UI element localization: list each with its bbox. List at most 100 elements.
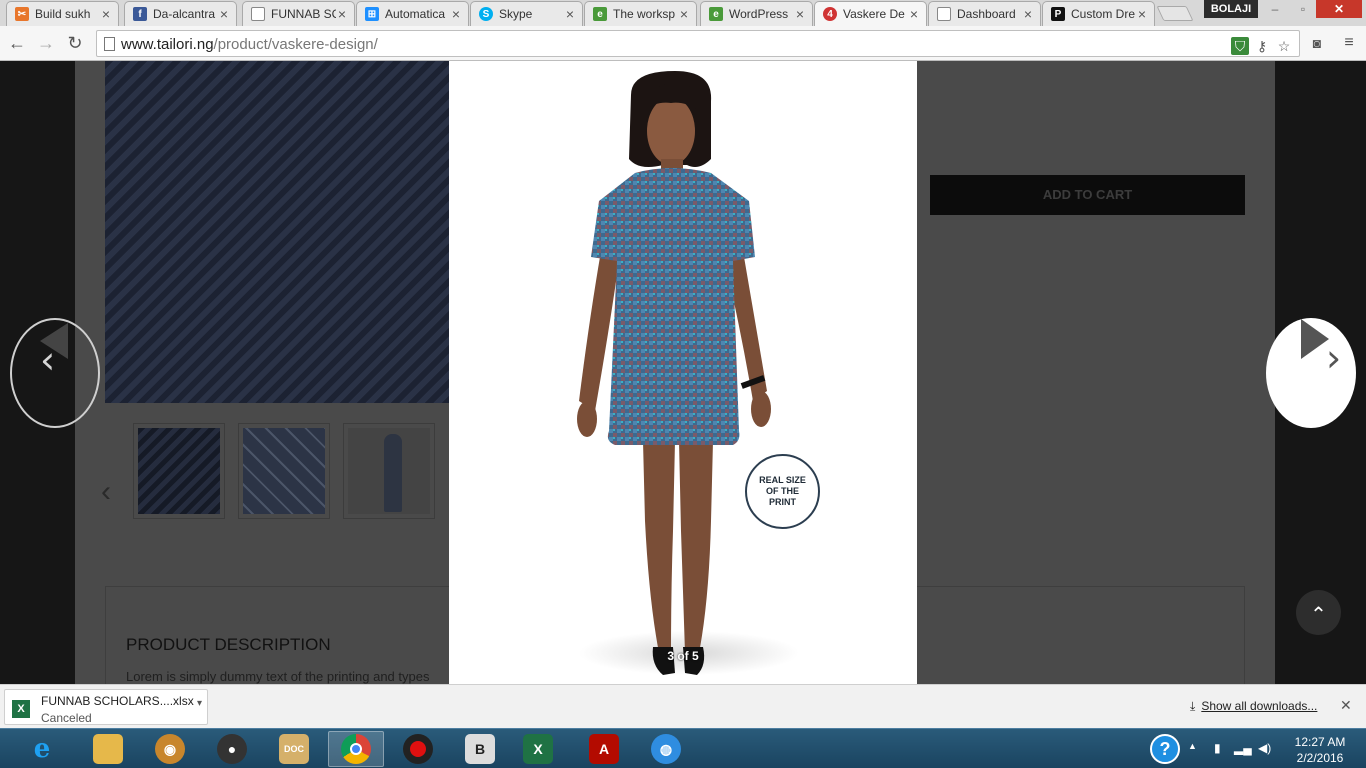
- excel-icon: X: [523, 734, 553, 764]
- page-icon: [104, 37, 115, 51]
- taskbar-record-app[interactable]: [390, 731, 446, 767]
- lightbox-next-button[interactable]: ›: [1266, 318, 1356, 428]
- maximize-icon[interactable]: ▫: [1290, 0, 1316, 18]
- scroll-to-top-button[interactable]: ⌃: [1296, 590, 1341, 635]
- document-favicon-icon: [251, 7, 265, 21]
- tab-title: Vaskere De: [843, 7, 905, 21]
- tab-title: Da-alcantra: [153, 7, 216, 21]
- real-size-print-badge: REAL SIZE OF THE PRINT: [745, 454, 820, 529]
- tab-wordpress[interactable]: e WordPress ×: [700, 1, 813, 26]
- back-arrow-icon[interactable]: ←: [6, 32, 28, 54]
- menu-icon[interactable]: ≡: [1340, 34, 1358, 52]
- tab-close-icon[interactable]: ×: [450, 6, 462, 22]
- url-host: www.tailori.ng: [121, 36, 214, 53]
- excel-file-icon: X: [12, 700, 30, 718]
- b-app-icon: B: [465, 734, 495, 764]
- model-in-dress-image: [577, 71, 799, 675]
- next-triangle-icon: [1301, 319, 1329, 359]
- lightbox-image: REAL SIZE OF THE PRINT 3 of 5: [449, 61, 917, 684]
- close-shelf-icon[interactable]: ✕: [1340, 697, 1352, 714]
- close-window-icon[interactable]: ✕: [1316, 0, 1362, 18]
- taskbar-vpn-app[interactable]: B: [452, 731, 508, 767]
- system-clock[interactable]: 12:27 AM 2/2/2016: [1284, 734, 1356, 766]
- thumbnail-1[interactable]: [133, 423, 225, 519]
- add-to-cart-button[interactable]: ADD TO CART: [930, 175, 1245, 215]
- description-title: PRODUCT DESCRIPTION: [126, 635, 331, 654]
- signal-icon[interactable]: ▂▄: [1234, 741, 1252, 755]
- tab-close-icon[interactable]: ×: [564, 6, 576, 22]
- tab-close-icon[interactable]: ×: [100, 6, 112, 22]
- battery-icon[interactable]: ▮: [1214, 741, 1221, 755]
- bookmark-star-icon[interactable]: ☆: [1275, 37, 1293, 55]
- forward-arrow-icon[interactable]: →: [35, 32, 57, 54]
- tab-strip: ✂ Build sukh × f Da-alcantra × FUNNAB SC…: [0, 0, 1366, 26]
- tab-custom-dress[interactable]: P Custom Dre ×: [1042, 1, 1155, 26]
- taskbar-network-app[interactable]: ◍: [638, 731, 694, 767]
- taskbar-document-app[interactable]: DOC: [266, 731, 322, 767]
- extension-shield-icon[interactable]: ⛉: [1231, 37, 1249, 55]
- address-bar[interactable]: www.tailori.ng/product/vaskere-design/ ⛉…: [96, 30, 1300, 57]
- p-favicon-icon: P: [1051, 7, 1065, 21]
- taskbar-excel[interactable]: X: [510, 731, 566, 767]
- download-arrow-icon: ⤓: [1190, 699, 1196, 713]
- taskbar-internet-explorer[interactable]: e: [14, 731, 70, 767]
- tab-close-icon[interactable]: ×: [678, 6, 690, 22]
- page-viewport: ‹ ADD TO CART PRODUCT DESCRIPTION Lorem …: [0, 61, 1366, 684]
- download-shelf: X FUNNAB SCHOLARS....xlsx Canceled ▾ ⤓ Sh…: [0, 684, 1366, 728]
- reload-icon[interactable]: ↻: [64, 32, 86, 54]
- download-item[interactable]: X FUNNAB SCHOLARS....xlsx Canceled ▾: [4, 689, 208, 725]
- tab-vaskere-active[interactable]: 4 Vaskere De ×: [814, 1, 927, 26]
- scissors-favicon-icon: ✂: [15, 7, 29, 21]
- tab-title: Automatica: [385, 7, 446, 21]
- taskbar-acrobat[interactable]: A: [576, 731, 632, 767]
- taskbar-file-explorer[interactable]: [80, 731, 136, 767]
- tab-build[interactable]: ✂ Build sukh ×: [6, 1, 119, 26]
- windows-taskbar: e ◉ ● DOC B X A ◍ ? ▲ ▮ ▂▄ ◀) 12:27 AM 2…: [0, 728, 1366, 768]
- record-icon: [403, 734, 433, 764]
- globe-icon: ◍: [651, 734, 681, 764]
- thumbnail-3[interactable]: [343, 423, 435, 519]
- lightbox-prev-button[interactable]: ‹: [10, 318, 100, 428]
- evernote-favicon-icon: e: [709, 7, 723, 21]
- thumbs-prev-arrow-icon[interactable]: ‹: [101, 475, 111, 509]
- tab-close-icon[interactable]: ×: [1136, 6, 1148, 22]
- tab-title: The worksp: [613, 7, 676, 21]
- tab-close-icon[interactable]: ×: [336, 6, 348, 22]
- description-text: Lorem is simply dummy text of the printi…: [126, 669, 430, 684]
- tab-automatica[interactable]: ⊞ Automatica ×: [356, 1, 469, 26]
- profile-button[interactable]: BOLAJI: [1204, 0, 1258, 18]
- camera-icon[interactable]: ◙: [1308, 34, 1326, 52]
- tab-close-icon[interactable]: ×: [1022, 6, 1034, 22]
- taskbar-speaker-app[interactable]: ●: [204, 731, 260, 767]
- new-tab-button[interactable]: [1156, 6, 1194, 21]
- tab-workspace[interactable]: e The worksp ×: [584, 1, 697, 26]
- chevron-right-icon: ›: [1326, 336, 1342, 380]
- download-file-name: FUNNAB SCHOLARS....xlsx: [41, 694, 194, 708]
- key-icon[interactable]: ⚷: [1253, 37, 1271, 55]
- thumbnail-2[interactable]: [238, 423, 330, 519]
- doc-icon: DOC: [279, 734, 309, 764]
- facebook-favicon-icon: f: [133, 7, 147, 21]
- chevron-left-icon: ‹: [40, 338, 56, 382]
- tab-close-icon[interactable]: ×: [794, 6, 806, 22]
- taskbar-chrome[interactable]: [328, 731, 384, 767]
- url-text[interactable]: www.tailori.ng/product/vaskere-design/: [121, 36, 378, 53]
- tab-facebook[interactable]: f Da-alcantra ×: [124, 1, 237, 26]
- tab-funnab[interactable]: FUNNAB SC ×: [242, 1, 355, 26]
- badge-text: REAL SIZE OF THE PRINT: [759, 475, 806, 507]
- tab-close-icon[interactable]: ×: [908, 6, 920, 22]
- skype-favicon-icon: S: [479, 7, 493, 21]
- acrobat-icon: A: [589, 734, 619, 764]
- chevron-down-icon[interactable]: ▾: [197, 698, 202, 709]
- taskbar-app-orange[interactable]: ◉: [142, 731, 198, 767]
- tray-expand-icon[interactable]: ▲: [1188, 741, 1197, 751]
- tab-title: Custom Dre: [1071, 7, 1136, 21]
- help-icon[interactable]: ?: [1150, 734, 1180, 764]
- tab-dashboard[interactable]: Dashboard ×: [928, 1, 1041, 26]
- tab-skype[interactable]: S Skype ×: [470, 1, 583, 26]
- show-all-downloads-link[interactable]: ⤓ Show all downloads...: [1190, 699, 1317, 714]
- evernote-favicon-icon: e: [593, 7, 607, 21]
- volume-icon[interactable]: ◀): [1258, 741, 1271, 755]
- minimize-icon[interactable]: ‒: [1262, 0, 1288, 18]
- tab-close-icon[interactable]: ×: [218, 6, 230, 22]
